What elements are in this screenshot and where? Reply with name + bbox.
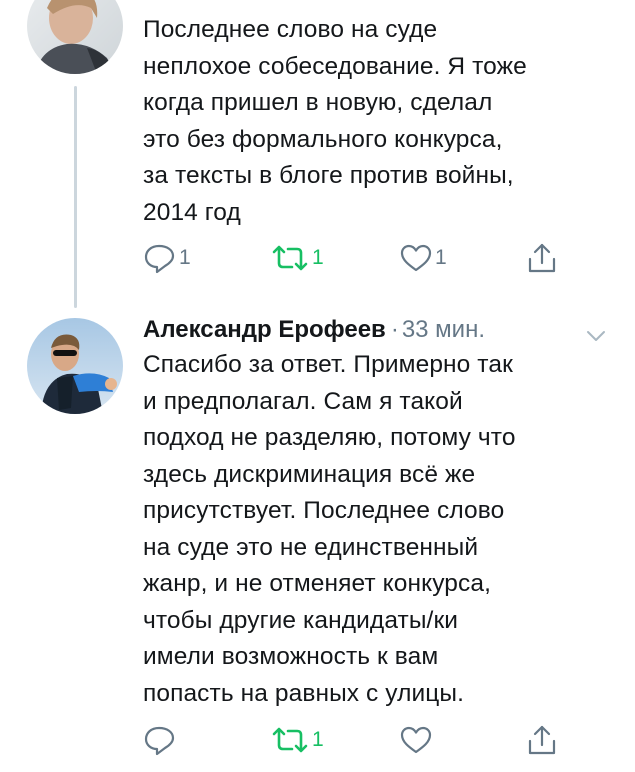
heart-icon: [399, 725, 433, 755]
timestamp[interactable]: 33 мин.: [402, 316, 485, 343]
reply-count: 1: [179, 246, 191, 269]
reply-button[interactable]: [143, 722, 179, 758]
avatar[interactable]: [27, 0, 123, 74]
retweet-arrows-icon: [270, 725, 310, 755]
tweet-text: Последнее слово на суде неплохое собесед…: [143, 16, 527, 226]
share-upload-icon: [525, 723, 559, 757]
reply-button[interactable]: 1: [143, 240, 191, 276]
more-options-button[interactable]: [585, 320, 607, 341]
like-count: 1: [435, 246, 447, 269]
avatar[interactable]: [27, 318, 123, 414]
retweet-button[interactable]: 1: [270, 240, 324, 276]
like-button[interactable]: 1: [399, 240, 447, 276]
reply-bubble-icon: [143, 724, 177, 756]
heart-icon: [399, 243, 433, 273]
author-name[interactable]: Александр Ерофеев: [143, 316, 386, 343]
tweet-actions: 1 1 1: [143, 240, 583, 276]
tweet-header: Александр Ерофеев · 33 мин.: [143, 312, 613, 348]
retweet-count: 1: [312, 246, 324, 269]
separator-dot: ·: [390, 316, 399, 343]
like-button[interactable]: [399, 722, 435, 758]
share-button[interactable]: [525, 722, 559, 758]
reply-bubble-icon: [143, 242, 177, 274]
retweet-count: 1: [312, 728, 324, 751]
share-upload-icon: [525, 241, 559, 275]
tweet-actions: 1: [143, 722, 583, 758]
retweet-button[interactable]: 1: [270, 722, 324, 758]
share-button[interactable]: [525, 240, 559, 276]
thread-connector-line: [74, 86, 77, 308]
tweet-text: Спасибо за ответ. Примерно так и предпол…: [143, 351, 516, 707]
retweet-arrows-icon: [270, 243, 310, 273]
